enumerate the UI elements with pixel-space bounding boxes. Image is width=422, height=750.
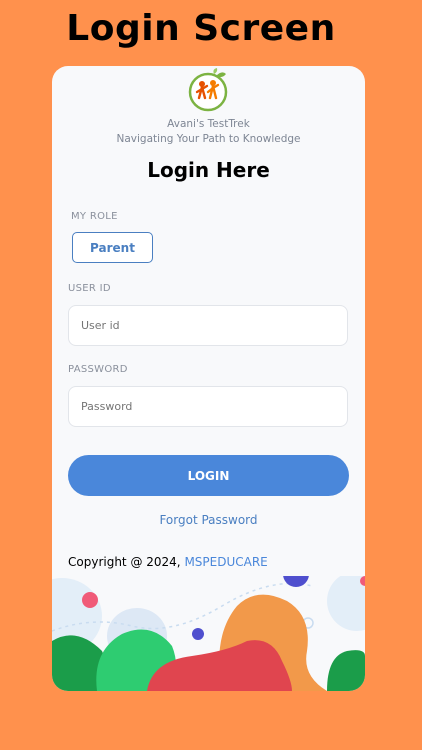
login-card: Avani's TestTrek Navigating Your Path to… xyxy=(52,66,365,691)
app-logo-icon xyxy=(188,68,228,112)
copyright-brand-link[interactable]: MSPEDUCARE xyxy=(184,555,267,569)
brand-name: Avani's TestTrek xyxy=(167,118,250,130)
copyright-prefix: Copyright @ 2024, xyxy=(68,555,185,569)
role-label: MY ROLE xyxy=(71,211,118,222)
password-input[interactable] xyxy=(68,386,348,427)
role-parent-button[interactable]: Parent xyxy=(72,232,153,263)
copyright-text: Copyright @ 2024, MSPEDUCARE xyxy=(68,555,268,569)
login-button[interactable]: LOGIN xyxy=(68,455,349,496)
forgot-password-link[interactable]: Forgot Password xyxy=(52,513,365,527)
page-heading: Login Screen xyxy=(66,8,336,49)
user-id-input[interactable] xyxy=(68,305,348,346)
user-id-label: USER ID xyxy=(68,283,111,294)
decorative-blobs xyxy=(52,576,365,691)
password-label: PASSWORD xyxy=(68,364,128,375)
brand-tagline: Navigating Your Path to Knowledge xyxy=(116,133,301,145)
login-title: Login Here xyxy=(147,158,270,182)
